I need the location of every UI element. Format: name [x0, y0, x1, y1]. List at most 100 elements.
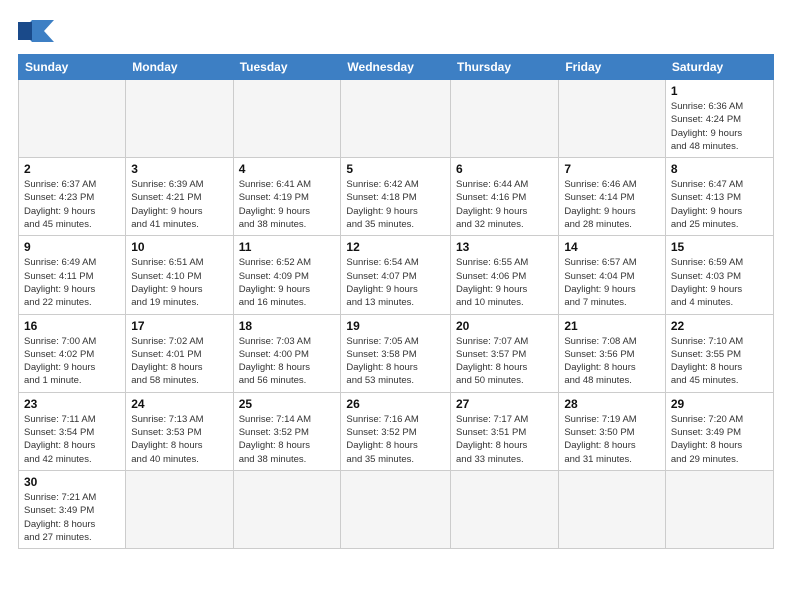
calendar-cell: 26 Sunrise: 7:16 AM Sunset: 3:52 PM Dayli… [341, 392, 451, 470]
calendar-cell: 8 Sunrise: 6:47 AM Sunset: 4:13 PM Daylig… [665, 158, 773, 236]
calendar-header: SundayMondayTuesdayWednesdayThursdayFrid… [19, 55, 774, 80]
calendar-cell [559, 80, 666, 158]
calendar-cell: 17Sunrise: 7:02 AM Sunset: 4:01 PM Dayli… [126, 314, 233, 392]
day-number: 5 [346, 162, 445, 176]
day-info: Sunrise: 6:47 AM Sunset: 4:13 PM Dayligh… [671, 178, 768, 231]
day-info: Sunrise: 6:37 AM Sunset: 4:23 PM Dayligh… [24, 178, 120, 231]
calendar-cell: 20 Sunrise: 7:07 AM Sunset: 3:57 PM Dayli… [451, 314, 559, 392]
day-number: 29 [671, 397, 768, 411]
calendar-cell: 12Sunrise: 6:54 AM Sunset: 4:07 PM Dayli… [341, 236, 451, 314]
logo-icon [18, 16, 54, 46]
day-number: 10 [131, 240, 227, 254]
col-header-sunday: Sunday [19, 55, 126, 80]
day-number: 18 [239, 319, 336, 333]
calendar-cell: 9 Sunrise: 6:49 AM Sunset: 4:11 PM Daylig… [19, 236, 126, 314]
day-info: Sunrise: 6:51 AM Sunset: 4:10 PM Dayligh… [131, 256, 227, 309]
day-info: Sunrise: 6:41 AM Sunset: 4:19 PM Dayligh… [239, 178, 336, 231]
day-number: 20 [456, 319, 553, 333]
calendar-cell [19, 80, 126, 158]
header-row: SundayMondayTuesdayWednesdayThursdayFrid… [19, 55, 774, 80]
day-info: Sunrise: 7:07 AM Sunset: 3:57 PM Dayligh… [456, 335, 553, 388]
day-info: Sunrise: 6:59 AM Sunset: 4:03 PM Dayligh… [671, 256, 768, 309]
day-info: Sunrise: 7:10 AM Sunset: 3:55 PM Dayligh… [671, 335, 768, 388]
day-number: 8 [671, 162, 768, 176]
day-info: Sunrise: 6:44 AM Sunset: 4:16 PM Dayligh… [456, 178, 553, 231]
day-info: Sunrise: 7:02 AM Sunset: 4:01 PM Dayligh… [131, 335, 227, 388]
calendar-week-3: 16 Sunrise: 7:00 AM Sunset: 4:02 PM Dayli… [19, 314, 774, 392]
day-number: 3 [131, 162, 227, 176]
calendar-cell [341, 80, 451, 158]
calendar-cell: 30 Sunrise: 7:21 AM Sunset: 3:49 PM Dayli… [19, 470, 126, 548]
day-number: 15 [671, 240, 768, 254]
calendar-cell: 27Sunrise: 7:17 AM Sunset: 3:51 PM Dayli… [451, 392, 559, 470]
day-info: Sunrise: 6:52 AM Sunset: 4:09 PM Dayligh… [239, 256, 336, 309]
col-header-friday: Friday [559, 55, 666, 80]
day-info: Sunrise: 7:20 AM Sunset: 3:49 PM Dayligh… [671, 413, 768, 466]
day-number: 7 [564, 162, 660, 176]
day-info: Sunrise: 6:55 AM Sunset: 4:06 PM Dayligh… [456, 256, 553, 309]
calendar-cell: 11 Sunrise: 6:52 AM Sunset: 4:09 PM Dayli… [233, 236, 341, 314]
calendar-cell: 3 Sunrise: 6:39 AM Sunset: 4:21 PM Daylig… [126, 158, 233, 236]
calendar-week-2: 9 Sunrise: 6:49 AM Sunset: 4:11 PM Daylig… [19, 236, 774, 314]
day-number: 11 [239, 240, 336, 254]
day-number: 13 [456, 240, 553, 254]
day-number: 24 [131, 397, 227, 411]
calendar-cell [233, 80, 341, 158]
day-info: Sunrise: 6:46 AM Sunset: 4:14 PM Dayligh… [564, 178, 660, 231]
day-number: 23 [24, 397, 120, 411]
col-header-thursday: Thursday [451, 55, 559, 80]
day-number: 6 [456, 162, 553, 176]
day-info: Sunrise: 7:17 AM Sunset: 3:51 PM Dayligh… [456, 413, 553, 466]
calendar-cell: 15 Sunrise: 6:59 AM Sunset: 4:03 PM Dayli… [665, 236, 773, 314]
calendar-cell: 2Sunrise: 6:37 AM Sunset: 4:23 PM Daylig… [19, 158, 126, 236]
calendar-week-1: 2Sunrise: 6:37 AM Sunset: 4:23 PM Daylig… [19, 158, 774, 236]
calendar-cell: 14 Sunrise: 6:57 AM Sunset: 4:04 PM Dayli… [559, 236, 666, 314]
day-info: Sunrise: 6:36 AM Sunset: 4:24 PM Dayligh… [671, 100, 768, 153]
calendar-cell: 23 Sunrise: 7:11 AM Sunset: 3:54 PM Dayli… [19, 392, 126, 470]
col-header-tuesday: Tuesday [233, 55, 341, 80]
day-info: Sunrise: 6:57 AM Sunset: 4:04 PM Dayligh… [564, 256, 660, 309]
day-info: Sunrise: 7:13 AM Sunset: 3:53 PM Dayligh… [131, 413, 227, 466]
calendar-cell [559, 470, 666, 548]
calendar-cell: 28 Sunrise: 7:19 AM Sunset: 3:50 PM Dayli… [559, 392, 666, 470]
calendar-cell [233, 470, 341, 548]
calendar-cell: 24 Sunrise: 7:13 AM Sunset: 3:53 PM Dayli… [126, 392, 233, 470]
day-number: 4 [239, 162, 336, 176]
col-header-monday: Monday [126, 55, 233, 80]
header [18, 16, 774, 46]
day-number: 16 [24, 319, 120, 333]
day-number: 14 [564, 240, 660, 254]
col-header-saturday: Saturday [665, 55, 773, 80]
day-info: Sunrise: 6:49 AM Sunset: 4:11 PM Dayligh… [24, 256, 120, 309]
day-info: Sunrise: 7:03 AM Sunset: 4:00 PM Dayligh… [239, 335, 336, 388]
calendar-week-5: 30 Sunrise: 7:21 AM Sunset: 3:49 PM Dayli… [19, 470, 774, 548]
calendar-cell: 13 Sunrise: 6:55 AM Sunset: 4:06 PM Dayli… [451, 236, 559, 314]
day-info: Sunrise: 7:21 AM Sunset: 3:49 PM Dayligh… [24, 491, 120, 544]
day-info: Sunrise: 7:08 AM Sunset: 3:56 PM Dayligh… [564, 335, 660, 388]
calendar-cell: 25Sunrise: 7:14 AM Sunset: 3:52 PM Dayli… [233, 392, 341, 470]
day-number: 30 [24, 475, 120, 489]
day-info: Sunrise: 7:00 AM Sunset: 4:02 PM Dayligh… [24, 335, 120, 388]
day-info: Sunrise: 7:11 AM Sunset: 3:54 PM Dayligh… [24, 413, 120, 466]
day-info: Sunrise: 7:05 AM Sunset: 3:58 PM Dayligh… [346, 335, 445, 388]
page: SundayMondayTuesdayWednesdayThursdayFrid… [0, 0, 792, 559]
calendar-cell [126, 80, 233, 158]
calendar-cell: 10 Sunrise: 6:51 AM Sunset: 4:10 PM Dayli… [126, 236, 233, 314]
calendar-cell: 6 Sunrise: 6:44 AM Sunset: 4:16 PM Daylig… [451, 158, 559, 236]
day-info: Sunrise: 7:19 AM Sunset: 3:50 PM Dayligh… [564, 413, 660, 466]
calendar-cell: 16 Sunrise: 7:00 AM Sunset: 4:02 PM Dayli… [19, 314, 126, 392]
calendar-cell [665, 470, 773, 548]
day-info: Sunrise: 6:39 AM Sunset: 4:21 PM Dayligh… [131, 178, 227, 231]
day-info: Sunrise: 6:54 AM Sunset: 4:07 PM Dayligh… [346, 256, 445, 309]
day-number: 26 [346, 397, 445, 411]
day-number: 28 [564, 397, 660, 411]
day-number: 9 [24, 240, 120, 254]
calendar-cell: 19Sunrise: 7:05 AM Sunset: 3:58 PM Dayli… [341, 314, 451, 392]
calendar-cell: 7 Sunrise: 6:46 AM Sunset: 4:14 PM Daylig… [559, 158, 666, 236]
day-number: 1 [671, 84, 768, 98]
logo [18, 16, 58, 46]
day-info: Sunrise: 7:16 AM Sunset: 3:52 PM Dayligh… [346, 413, 445, 466]
calendar-cell [451, 470, 559, 548]
calendar-cell [126, 470, 233, 548]
calendar-week-4: 23 Sunrise: 7:11 AM Sunset: 3:54 PM Dayli… [19, 392, 774, 470]
